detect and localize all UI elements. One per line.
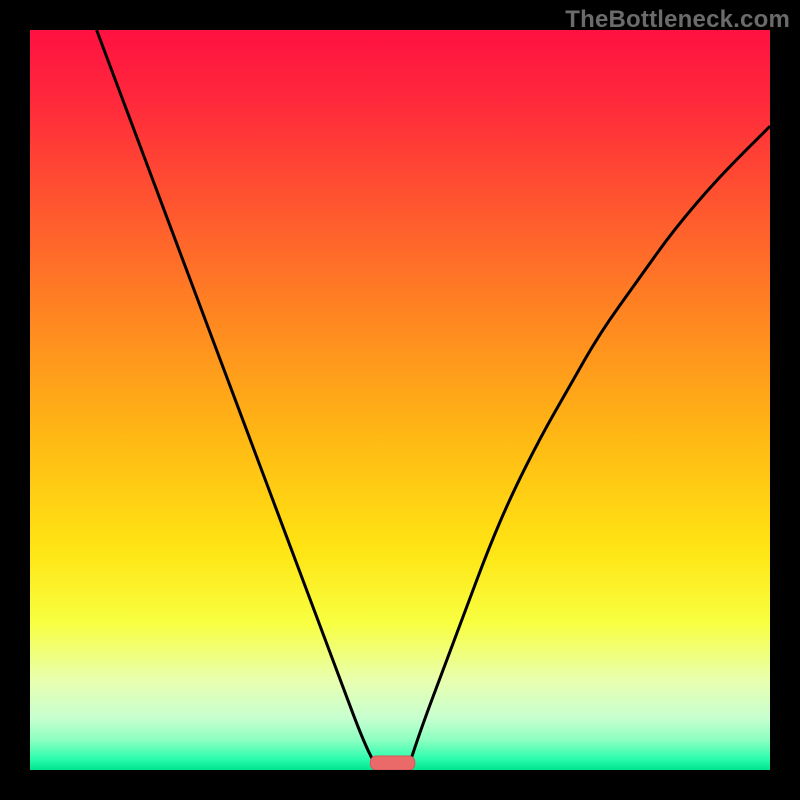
chart-plot [30, 30, 770, 770]
plot-background [30, 30, 770, 770]
chart-frame: { "watermark": "TheBottleneck.com", "col… [0, 0, 800, 800]
min-marker [370, 756, 414, 770]
